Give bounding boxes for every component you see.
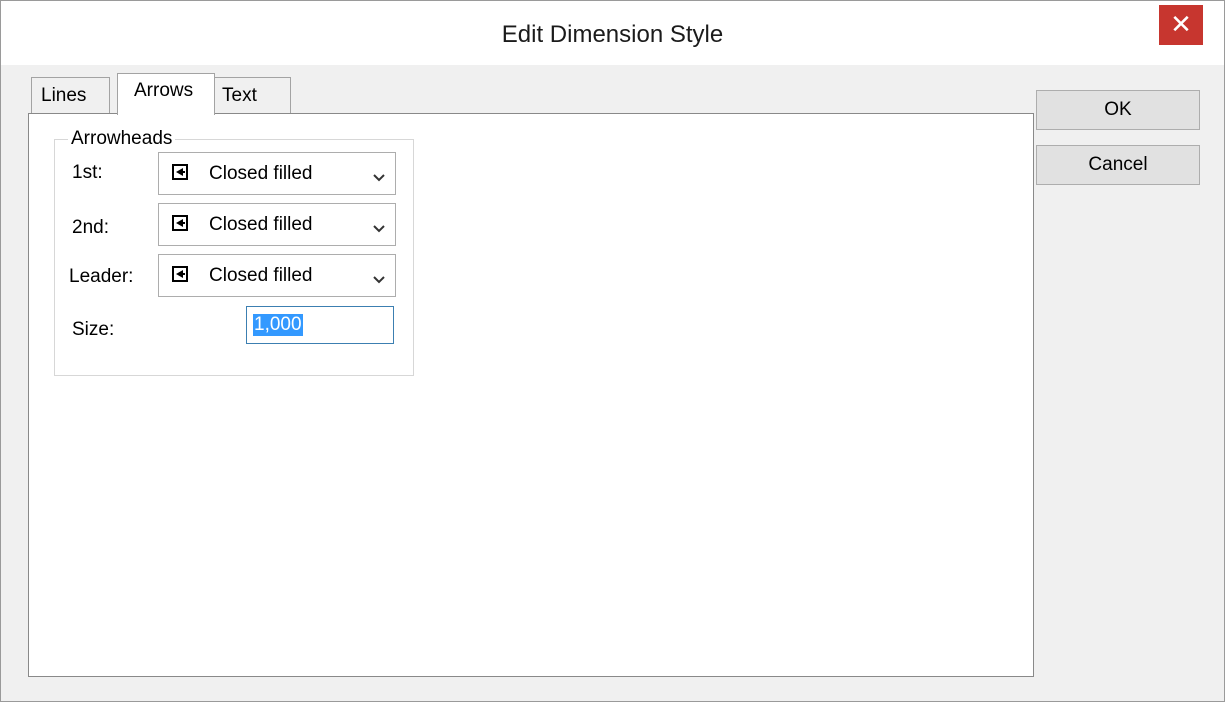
second-arrow-label: 2nd:	[72, 217, 109, 238]
close-button[interactable]: ✕	[1159, 5, 1203, 45]
arrowheads-group: Arrowheads 1st: Closed filled 2nd: Close…	[54, 128, 414, 376]
first-arrowhead-select[interactable]: Closed filled	[158, 152, 396, 195]
closed-filled-arrow-icon	[172, 266, 188, 282]
first-arrow-label: 1st:	[72, 162, 103, 183]
dialog-window: Edit Dimension Style ✕ Lines Text Arrows…	[0, 0, 1225, 702]
title-bar: Edit Dimension Style ✕	[1, 1, 1224, 65]
leader-arrow-label: Leader:	[69, 266, 134, 287]
dialog-client-area: Lines Text Arrows Arrowheads 1st: Closed…	[8, 65, 1218, 695]
tab-text[interactable]: Text	[212, 77, 291, 113]
size-value: 1,000	[253, 314, 303, 336]
tab-arrows[interactable]: Arrows	[117, 73, 215, 115]
ok-button[interactable]: OK	[1036, 90, 1200, 130]
size-input[interactable]: 1,000	[246, 306, 394, 344]
tab-lines[interactable]: Lines	[31, 77, 110, 113]
size-label: Size:	[72, 319, 115, 340]
leader-arrowhead-select[interactable]: Closed filled	[158, 254, 396, 297]
close-icon: ✕	[1170, 9, 1192, 39]
leader-arrowhead-value: Closed filled	[209, 265, 313, 286]
closed-filled-arrow-icon	[172, 215, 188, 231]
arrowheads-group-label: Arrowheads	[68, 128, 176, 150]
cancel-button[interactable]: Cancel	[1036, 145, 1200, 185]
first-arrowhead-value: Closed filled	[209, 163, 313, 184]
chevron-down-icon[interactable]	[373, 271, 385, 289]
closed-filled-arrow-icon	[172, 164, 188, 180]
arrows-tab-panel: Arrowheads 1st: Closed filled 2nd: Close…	[28, 113, 1034, 677]
chevron-down-icon[interactable]	[373, 169, 385, 187]
second-arrowhead-value: Closed filled	[209, 214, 313, 235]
second-arrowhead-select[interactable]: Closed filled	[158, 203, 396, 246]
chevron-down-icon[interactable]	[373, 220, 385, 238]
dialog-title: Edit Dimension Style	[501, 21, 724, 48]
